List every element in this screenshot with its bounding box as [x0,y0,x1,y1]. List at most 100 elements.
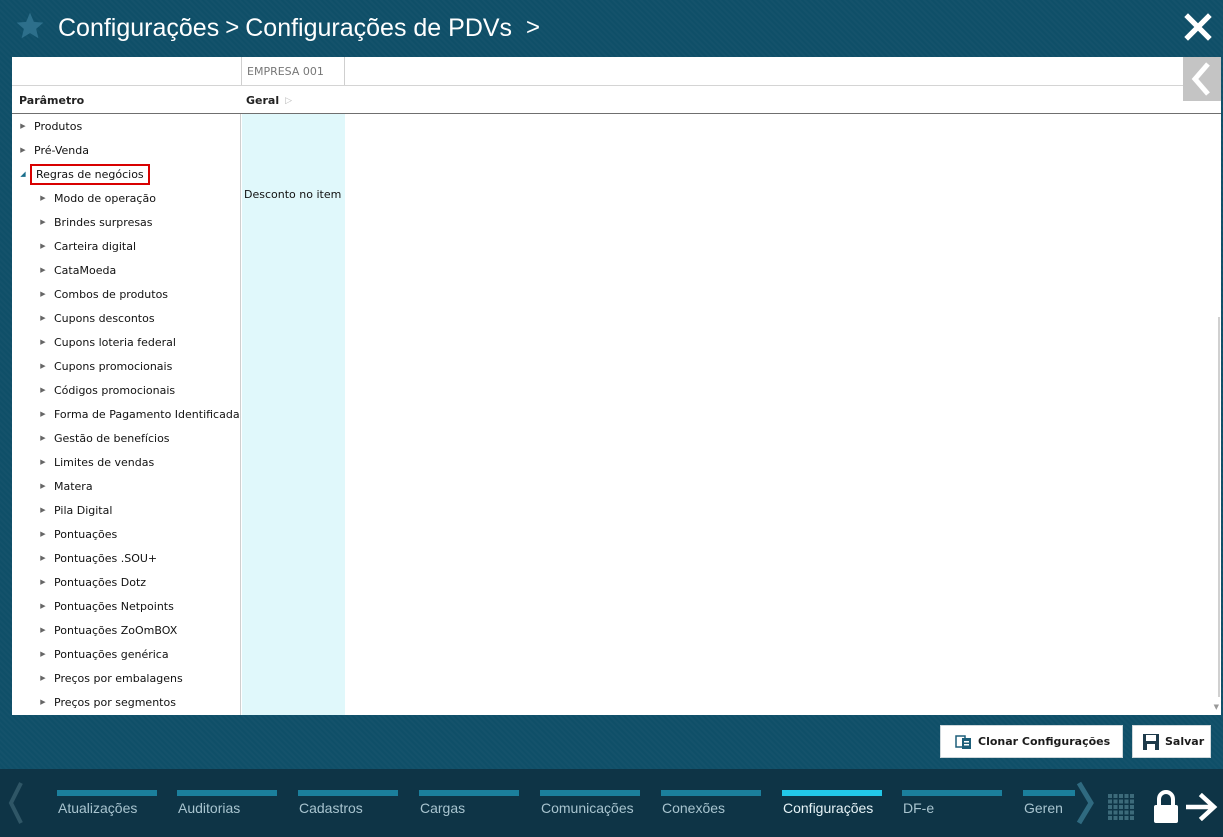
breadcrumb-chevron-icon[interactable]: > [526,14,540,42]
expand-triangle-icon[interactable]: ▶ [36,698,50,706]
nav-label: Configurações [783,800,874,816]
breadcrumb-configuracoes-pdvs[interactable]: Configurações de PDVs [245,14,512,43]
tree-item-label: Cupons loteria federal [54,335,176,349]
expand-triangle-icon[interactable]: ▶ [36,626,50,634]
tree-item-carteira-digital[interactable]: ▶ Carteira digital [12,234,264,258]
nav-label: Atualizações [58,800,138,816]
clone-settings-button[interactable]: Clonar Configurações [940,725,1123,758]
tree-item-produtos[interactable]: ▶ Produtos [12,114,244,138]
nav-bar [57,790,157,796]
expand-triangle-icon[interactable]: ▶ [16,146,30,154]
expand-triangle-icon[interactable]: ▶ [36,482,50,490]
tree-item-label: Cupons descontos [54,311,155,325]
tree-item-combos-de-produtos[interactable]: ▶ Combos de produtos [12,282,264,306]
expand-triangle-icon[interactable]: ▶ [36,602,50,610]
tree-item-label: Produtos [34,119,83,133]
cell-modo-de-operacao-value[interactable]: Desconto no item [244,188,341,201]
nav-bar [177,790,277,796]
expand-triangle-icon[interactable]: ▶ [36,242,50,250]
collapse-triangle-icon[interactable]: ◢ [16,170,30,178]
tree-item-matera[interactable]: ▶ Matera [12,474,264,498]
tree-item-pre-venda[interactable]: ▶ Pré-Venda [12,138,244,162]
tree-item-pontuacoes-netpoints[interactable]: ▶ Pontuações Netpoints [12,594,264,618]
expand-triangle-icon[interactable]: ▶ [36,362,50,370]
nav-cadastros[interactable]: Cadastros [298,790,408,830]
tree-item-precos-por-segmentos[interactable]: ▶ Preços por segmentos [12,690,264,714]
tree-item-label: Pontuações genérica [54,647,169,661]
expand-arrow-icon[interactable]: ▷ [285,96,292,106]
nav-comunicacoes[interactable]: Comunicações [540,790,650,830]
expand-triangle-icon[interactable]: ▶ [36,338,50,346]
expand-triangle-icon[interactable]: ▶ [36,530,50,538]
expand-triangle-icon[interactable]: ▶ [36,314,50,322]
tree-item-pontuacoes-dotz[interactable]: ▶ Pontuações Dotz [12,570,264,594]
expand-triangle-icon[interactable]: ▶ [36,266,50,274]
expand-triangle-icon[interactable]: ▶ [36,650,50,658]
nav-conexoes[interactable]: Conexões [661,790,771,830]
expand-triangle-icon[interactable]: ▶ [16,122,30,130]
tree-item-label: Pontuações ZoOmBOX [54,623,178,637]
clone-settings-label: Clonar Configurações [978,735,1111,748]
tree-item-cupons-promocionais[interactable]: ▶ Cupons promocionais [12,354,264,378]
expand-triangle-icon[interactable]: ▶ [36,674,50,682]
column-header-row: Parâmetro Geral ▷ [12,86,1221,114]
expand-triangle-icon[interactable]: ▶ [36,290,50,298]
tree-item-gestao-de-beneficios[interactable]: ▶ Gestão de benefícios [12,426,264,450]
nav-auditorias[interactable]: Auditorias [177,790,287,830]
tree-item-brindes-surpresas[interactable]: ▶ Brindes surpresas [12,210,264,234]
expand-triangle-icon[interactable]: ▶ [36,434,50,442]
nav-label: Cadastros [299,800,363,816]
tree-item-label: Cupons promocionais [54,359,173,373]
save-disk-icon [1143,733,1159,750]
expand-triangle-icon[interactable]: ▶ [36,218,50,226]
tree-item-codigos-promocionais[interactable]: ▶ Códigos promocionais [12,378,264,402]
tree-item-forma-de-pagamento[interactable]: ▶ Forma de Pagamento Identificada [12,402,264,426]
lock-icon[interactable] [1150,789,1182,825]
tree-item-pontuacoes-zoombox[interactable]: ▶ Pontuações ZoOmBOX [12,618,264,642]
expand-triangle-icon[interactable]: ▶ [36,506,50,514]
nav-label: Conexões [662,800,726,816]
tree-item-pontuacoes-sou[interactable]: ▶ Pontuações .SOU+ [12,546,264,570]
nav-configuracoes[interactable]: Configurações [782,790,892,830]
tree-item-pontuacoes-generica[interactable]: ▶ Pontuações genérica [12,642,264,666]
nav-bar [661,790,761,796]
tree-item-modo-de-operacao[interactable]: ▶ Modo de operação [12,186,264,210]
nav-df-e[interactable]: DF-e [902,790,1012,830]
tree-item-label: Limites de vendas [54,455,155,469]
close-icon[interactable] [1183,12,1213,42]
tree-item-label: Carteira digital [54,239,137,253]
nav-bar-active [782,790,882,796]
tree-item-catamoeda[interactable]: ▶ CataMoeda [12,258,264,282]
logout-arrow-icon[interactable] [1186,793,1218,821]
nav-bar [419,790,519,796]
tree-item-label: Regras de negócios [30,163,150,185]
breadcrumb-configuracoes[interactable]: Configurações [58,14,219,43]
nav-label: DF-e [903,800,935,816]
favorite-star-icon[interactable] [14,10,46,42]
tree-item-cupons-loteria-federal[interactable]: ▶ Cupons loteria federal [12,330,264,354]
nav-cargas[interactable]: Cargas [419,790,529,830]
company-column-header[interactable]: EMPRESA 001 [241,57,345,85]
expand-triangle-icon[interactable]: ▶ [36,554,50,562]
tree-item-precos-por-embalagens[interactable]: ▶ Preços por embalagens [12,666,264,690]
tree-item-regras-de-negocios[interactable]: ◢ Regras de negócios [12,162,244,186]
nav-gerencial[interactable]: Geren [1023,790,1075,830]
scroll-down-icon[interactable]: ▼ [1214,703,1219,711]
save-button[interactable]: Salvar [1132,725,1211,758]
tree-item-limites-de-vendas[interactable]: ▶ Limites de vendas [12,450,264,474]
expand-triangle-icon[interactable]: ▶ [36,194,50,202]
tree-item-cupons-descontos[interactable]: ▶ Cupons descontos [12,306,264,330]
expand-triangle-icon[interactable]: ▶ [36,410,50,418]
nav-previous-icon[interactable] [6,781,26,825]
nav-label: Geren [1024,800,1063,816]
expand-triangle-icon[interactable]: ▶ [36,386,50,394]
vertical-scrollbar[interactable] [1218,317,1220,697]
geral-column-header[interactable]: Geral ▷ [246,94,292,107]
expand-triangle-icon[interactable]: ▶ [36,458,50,466]
nav-atualizacoes[interactable]: Atualizações [57,790,167,830]
nav-next-icon[interactable] [1074,781,1098,825]
apps-grid-icon[interactable] [1108,794,1134,820]
tree-item-pila-digital[interactable]: ▶ Pila Digital [12,498,264,522]
expand-triangle-icon[interactable]: ▶ [36,578,50,586]
tree-item-pontuacoes[interactable]: ▶ Pontuações [12,522,264,546]
